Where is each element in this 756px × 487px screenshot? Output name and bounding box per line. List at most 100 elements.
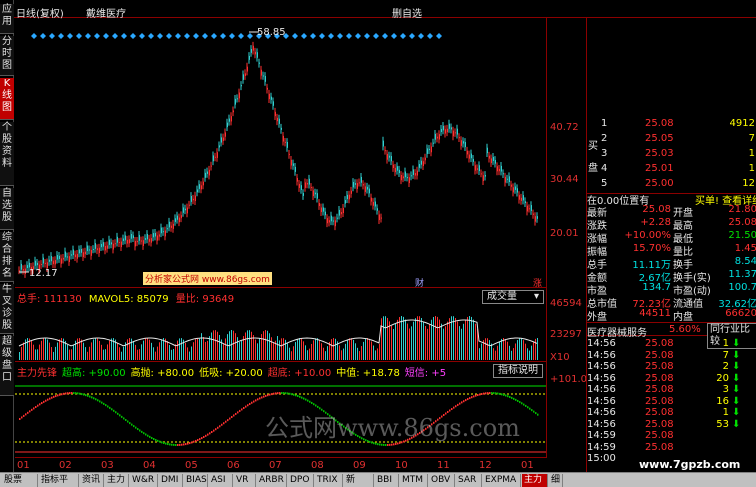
indicator-help-button[interactable]: 指标说明 <box>493 364 543 378</box>
nav-tab-2[interactable]: K线图 <box>0 78 14 120</box>
signal-marker <box>247 33 253 39</box>
volume-chart[interactable]: 总手: 111130 MAVOL5: 85079 量比: 93649 成交量 ▾ <box>15 288 546 362</box>
trade-time: 14:56 <box>587 349 616 361</box>
volume-bar <box>265 330 266 360</box>
indicator-dot <box>275 392 277 395</box>
nav-tab-0[interactable]: 应用 <box>0 4 14 34</box>
indicator-dot <box>245 405 247 408</box>
indicator-chart[interactable]: 主力先锋 超高: +90.00 高抛: +80.00 低吸: +20.00 超底: +1… <box>15 362 546 458</box>
bottom-tab[interactable]: 资讯 <box>80 474 104 487</box>
order-book-row[interactable]: 1 25.08 4912 <box>587 118 756 130</box>
indicator-dot <box>91 396 93 399</box>
trade-time: 14:59 <box>587 441 616 453</box>
bottom-tab[interactable]: MTM <box>400 474 428 487</box>
order-book-row[interactable]: 2 25.05 7 <box>587 133 756 145</box>
candle-body <box>376 208 378 211</box>
signal-marker <box>112 33 118 39</box>
candle-body <box>144 238 146 240</box>
volume-bar <box>127 339 128 360</box>
indicator-dot <box>309 400 311 403</box>
bottom-tab[interactable]: VR <box>234 474 256 487</box>
order-volume: 1 <box>748 148 755 159</box>
volume-bar <box>369 338 370 360</box>
bottom-tab[interactable]: 主力 <box>105 474 129 487</box>
nav-tab-7[interactable]: 超级盘口 <box>0 336 14 396</box>
trade-price: 25.08 <box>645 430 674 441</box>
bottom-tab[interactable]: 新DMA <box>344 474 374 487</box>
volume-bar <box>235 333 236 360</box>
nav-tab-1[interactable]: 分时图 <box>0 36 14 76</box>
bottom-tab[interactable]: 细 <box>549 474 563 487</box>
candle-body <box>140 240 142 242</box>
trade-volume: 20 <box>716 372 729 384</box>
volume-bar <box>259 338 260 360</box>
bottom-tab[interactable]: ASI <box>209 474 233 487</box>
bottom-tab[interactable]: BIAS <box>184 474 208 487</box>
volume-bar <box>353 339 354 360</box>
indicator-dot <box>45 399 47 402</box>
kline-chart[interactable]: 58.85 12.17 分析家公式网 www.86gs.com 财 涨 <box>15 18 546 289</box>
bottom-tab[interactable]: TRIX <box>315 474 343 487</box>
indicator-dot <box>519 401 521 404</box>
bottom-tab[interactable]: OBV <box>429 474 455 487</box>
indicator-dot <box>111 408 113 411</box>
nav-tab-5[interactable]: 综合排名 <box>0 232 14 282</box>
bottom-tab[interactable]: DPO <box>288 474 314 487</box>
nav-tab-6[interactable]: 牛叉诊股 <box>0 284 14 334</box>
nav-tab-4[interactable]: 自选股 <box>0 188 14 230</box>
indicator-dot <box>489 392 491 395</box>
volume-bar <box>521 338 522 360</box>
volume-bar <box>301 338 302 360</box>
trade-time: 15:00 <box>587 453 616 464</box>
order-price: 25.00 <box>645 178 674 189</box>
industry-name[interactable]: 医疗器械服务 <box>587 324 647 339</box>
volume-bar <box>219 334 220 360</box>
volume-bar <box>19 352 20 360</box>
candle-body <box>102 242 104 247</box>
candle-body <box>400 174 402 181</box>
volume-bar <box>217 331 218 360</box>
bottom-tab[interactable]: 指标平台 <box>39 474 79 487</box>
bottom-tab[interactable]: DMI <box>159 474 183 487</box>
indicator-dot <box>151 436 153 439</box>
volume-bar <box>321 343 322 360</box>
volume-bar <box>233 330 234 360</box>
indicator-dot <box>199 438 201 441</box>
bottom-tab[interactable]: SAR <box>456 474 482 487</box>
indicator-dot <box>107 405 109 408</box>
candle-body <box>248 55 250 60</box>
volume-bar <box>35 349 36 360</box>
nav-tab-3[interactable]: 个股资料 <box>0 122 14 186</box>
volume-bar <box>413 321 414 360</box>
bottom-tab[interactable]: 股票 <box>2 474 38 487</box>
volume-bar <box>33 344 34 360</box>
indicator-dot <box>31 408 33 411</box>
candle-body <box>304 182 306 188</box>
candle-body <box>160 227 162 234</box>
bottom-tab[interactable]: ARBR <box>257 474 287 487</box>
candle-body <box>126 239 128 244</box>
bottom-tab[interactable]: BBI <box>375 474 399 487</box>
indicator-dot <box>119 414 121 417</box>
candle-body <box>302 193 304 196</box>
indicator-dropdown[interactable]: 成交量 ▾ <box>482 290 544 304</box>
signal-marker <box>436 33 442 39</box>
candle-body <box>226 122 228 128</box>
volume-bar <box>49 342 50 360</box>
candle-body <box>518 195 520 200</box>
volume-bar <box>57 342 58 360</box>
volume-bar <box>525 343 526 360</box>
order-book-row[interactable]: 3 25.03 1 <box>587 148 756 160</box>
bottom-tab[interactable]: EXPMA <box>483 474 521 487</box>
order-book-row[interactable]: 4 25.01 1 <box>587 163 756 175</box>
bottom-tab[interactable]: W&R <box>130 474 158 487</box>
arrow-down-icon: ⬇ <box>732 418 741 430</box>
trade-time: 14:56 <box>587 384 616 395</box>
candle-body <box>210 165 212 167</box>
volume-bar <box>455 318 456 360</box>
candle-body <box>458 137 460 139</box>
candle-body <box>94 243 96 249</box>
bottom-tab[interactable]: 主力 <box>522 474 548 487</box>
order-book-row[interactable]: 5 25.00 12 <box>587 178 756 190</box>
volume-bar <box>79 338 80 360</box>
